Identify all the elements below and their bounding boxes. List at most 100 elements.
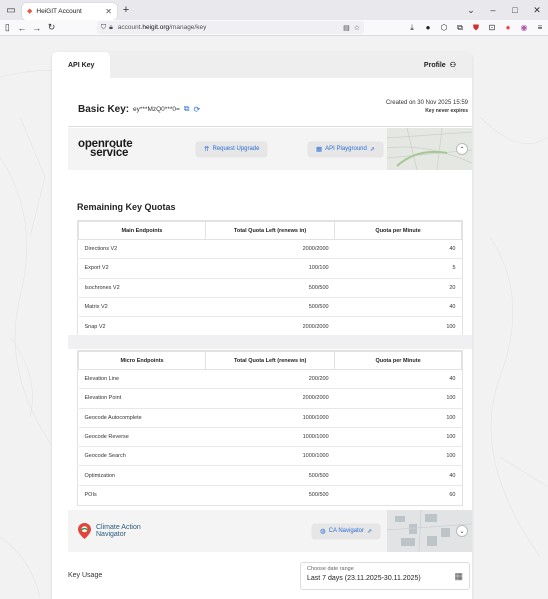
url-text: account.heigit.org/manage/key: [117, 24, 207, 31]
endpoint-name: Snap V2: [78, 316, 206, 336]
date-range-picker[interactable]: Choose date range Last 7 days (23.11.202…: [300, 562, 470, 590]
table-header: Quota per Minute: [334, 351, 462, 370]
translate-icon[interactable]: ⊡: [484, 20, 500, 36]
endpoint-name: Isochrones V2: [78, 277, 206, 298]
table-header: Micro Endpoints: [77, 351, 207, 370]
sidebar-icon[interactable]: ▯: [0, 20, 15, 36]
quota-left: 200/200: [205, 368, 335, 389]
quotas-title: Remaining Key Quotas: [77, 202, 176, 212]
quota-left: 2000/2000: [205, 238, 335, 259]
api-key-value: ey***MzQ0***0=: [133, 105, 180, 113]
calendar-icon[interactable]: ▦: [454, 571, 463, 582]
window-controls: ⌄ – □ ✕: [460, 0, 548, 20]
reload-icon[interactable]: ↻: [44, 20, 59, 36]
quota-left: 1000/1000: [205, 407, 335, 428]
table-row: Optimization 500/500 40: [78, 465, 462, 486]
url-bar[interactable]: ⛉ 🔒︎ account.heigit.org/manage/key ▤ ☆: [96, 21, 364, 34]
browser-tab-bar: ▭ ◆ HeiGIT Account ✕ + ⌄ – □ ✕: [0, 0, 548, 20]
api-playground-button[interactable]: ▦ API Playground ⇗: [308, 141, 383, 157]
api-playground-label: API Playground: [325, 146, 367, 152]
endpoint-name: POIs: [78, 484, 206, 505]
endpoint-name: Elevation Point: [78, 388, 206, 409]
table-row: Isochrones V2 500/500 20: [78, 277, 462, 298]
api-key-card: API Key Profile ⚇ Basic Key: ey***MzQ0**…: [52, 52, 472, 599]
quota-left: 1000/1000: [205, 446, 335, 466]
globe-icon: ◍: [320, 528, 326, 535]
close-window-icon[interactable]: ✕: [526, 0, 548, 20]
tab-list-icon[interactable]: ▭: [0, 0, 22, 20]
puzzle-icon[interactable]: ⧉: [452, 20, 468, 36]
bookmark-star-icon[interactable]: ☆: [354, 24, 360, 32]
endpoint-name: Geocode Autocomplete: [78, 407, 206, 428]
quota-per-minute: 100: [334, 426, 462, 447]
forward-icon[interactable]: →: [29, 20, 44, 36]
ca-navigator-button[interactable]: ◍ CA Navigator ⇗: [312, 523, 381, 539]
chevron-down-icon[interactable]: ⌄: [460, 0, 482, 20]
collapse-chevron-icon[interactable]: ⌃: [456, 143, 468, 155]
shield-icon[interactable]: ⛉: [101, 24, 106, 32]
new-tab-icon[interactable]: +: [117, 0, 135, 20]
close-tab-icon[interactable]: ✕: [105, 7, 112, 16]
maximize-icon[interactable]: □: [504, 0, 526, 20]
ublock-icon[interactable]: ⛊: [468, 20, 484, 36]
heigit-favicon-icon: ◆: [27, 8, 33, 15]
upgrade-arrows-icon: ⇈: [204, 146, 210, 153]
basic-key-row: Basic Key: ey***MzQ0***0= ⧉ ⟳ Created on…: [68, 92, 472, 127]
table-header: Total Quota Left (renews in): [205, 221, 336, 240]
page-background: API Key Profile ⚇ Basic Key: ey***MzQ0**…: [0, 37, 548, 599]
micro-endpoints-table: Micro Endpoints Total Quota Left (renews…: [77, 350, 463, 506]
key-created-info: Created on 30 Nov 2025 15:59 Key never e…: [386, 100, 468, 114]
pocket-icon[interactable]: ⬡: [436, 20, 452, 36]
key-usage-section: Key Usage Choose date range Last 7 days …: [68, 558, 472, 592]
ors-banner: openroute service ⇈ Request Upgrade ▦ AP…: [68, 128, 472, 170]
copy-icon[interactable]: ⧉: [184, 104, 190, 114]
table-row: Geocode Search 1000/1000 100: [78, 446, 462, 466]
section-divider: [68, 335, 472, 349]
menu-icon[interactable]: ≡: [532, 20, 548, 36]
quota-per-minute: 40: [334, 465, 462, 486]
minimize-icon[interactable]: –: [482, 0, 504, 20]
table-row: Export V2 100/100 5: [78, 258, 462, 279]
created-date: Created on 30 Nov 2025 15:59: [385, 100, 468, 106]
firefox-account-icon[interactable]: ◉: [516, 20, 532, 36]
climate-action-navigator-logo: Climate Action Navigator: [78, 523, 141, 539]
table-header-row: Micro Endpoints Total Quota Left (renews…: [77, 351, 462, 370]
quota-left: 2000/2000: [205, 388, 335, 409]
endpoint-name: Matrix V2: [78, 296, 206, 317]
regenerate-icon[interactable]: ⟳: [194, 105, 201, 114]
openrouteservice-logo: openroute service: [78, 138, 188, 159]
back-icon[interactable]: ←: [15, 20, 30, 36]
table-row: Matrix V2 500/500 40: [78, 296, 462, 317]
request-upgrade-label: Request Upgrade: [212, 146, 260, 152]
table-row: Directions V2 2000/2000 40: [78, 238, 462, 259]
lock-icon[interactable]: 🔒︎: [109, 24, 113, 32]
download-icon[interactable]: ⤓: [404, 20, 420, 36]
endpoint-name: Directions V2: [78, 238, 206, 259]
request-upgrade-button[interactable]: ⇈ Request Upgrade: [196, 141, 268, 157]
extension-dark-icon[interactable]: ●: [420, 20, 436, 36]
quota-per-minute: 60: [334, 484, 462, 505]
date-range-label: Choose date range: [307, 566, 354, 572]
quota-per-minute: 100: [334, 388, 462, 409]
browser-tab-title: HeiGIT Account: [36, 7, 82, 15]
user-icon: ⚇: [449, 62, 456, 69]
quota-per-minute: 100: [334, 446, 462, 466]
tab-profile[interactable]: Profile ⚇: [408, 52, 472, 78]
table-header: Quota per Minute: [334, 221, 462, 240]
collapse-chevron-icon[interactable]: ⌄: [456, 525, 468, 537]
browser-tab[interactable]: ◆ HeiGIT Account ✕: [22, 2, 117, 20]
can-logo-line2: Navigator: [96, 531, 126, 538]
quota-per-minute: 5: [334, 258, 462, 279]
can-logo-line1: Climate Action: [96, 524, 141, 531]
card-tabs: API Key Profile ⚇: [52, 52, 472, 78]
playground-icon: ▦: [316, 146, 323, 153]
table-header: Total Quota Left (renews in): [205, 351, 336, 370]
table-row: Elevation Line 200/200 40: [78, 368, 462, 389]
quota-left: 2000/2000: [205, 316, 335, 336]
tab-api-key[interactable]: API Key: [52, 52, 111, 78]
key-expiry: Key never expires: [425, 108, 468, 114]
table-row: POIs 500/500 60: [78, 484, 462, 505]
table-header: Main Endpoints: [77, 221, 207, 240]
reader-view-icon[interactable]: ▤: [343, 24, 350, 32]
extension-red-icon[interactable]: ●: [500, 20, 516, 36]
